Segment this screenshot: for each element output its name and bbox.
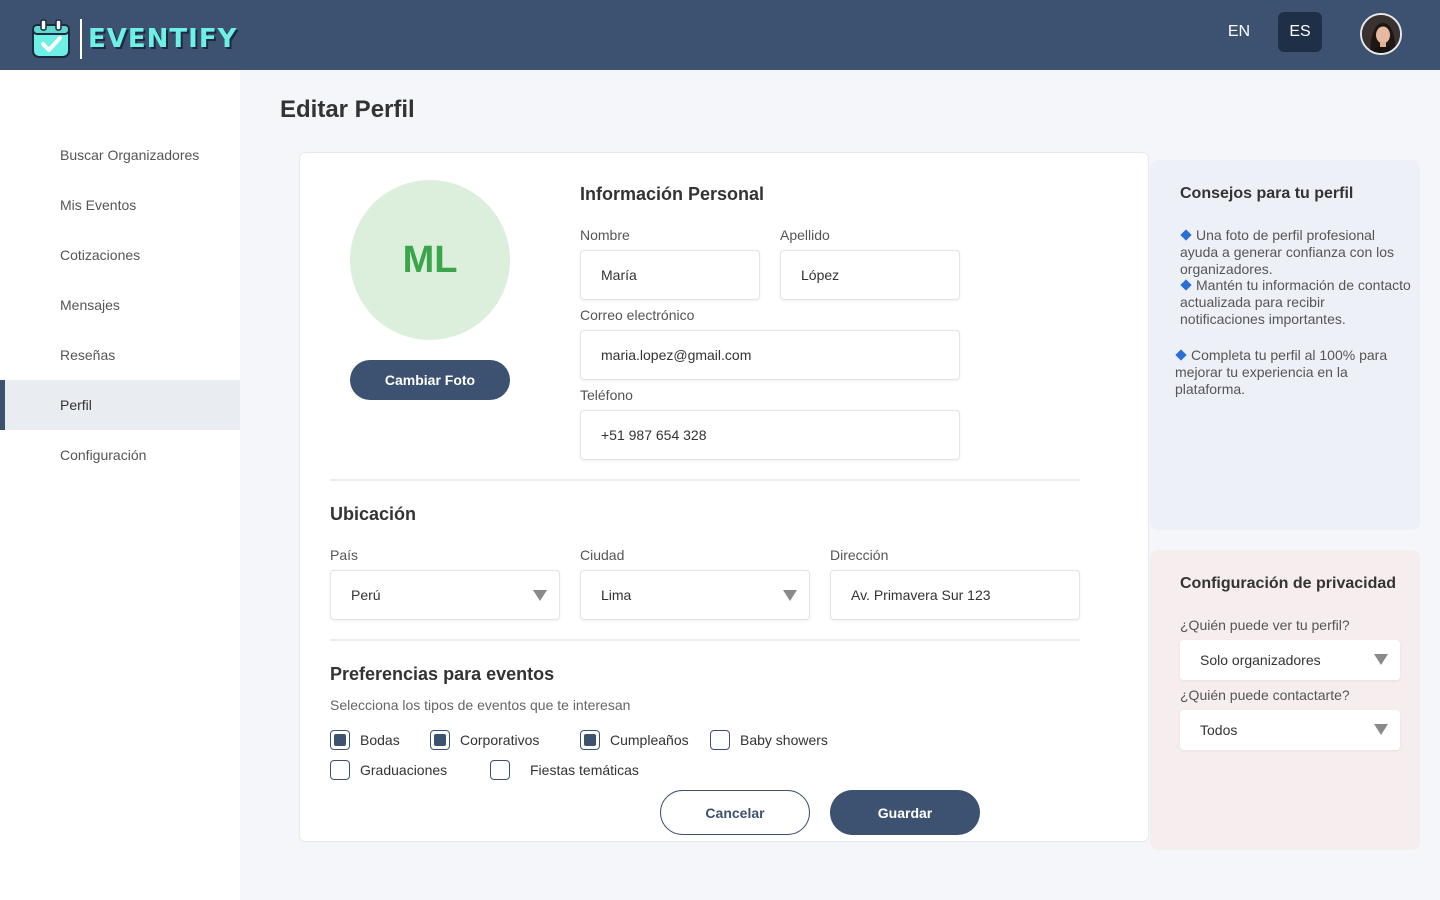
chevron-down-icon	[1374, 654, 1388, 665]
last-name-field[interactable]: López	[780, 250, 960, 300]
checkbox-box[interactable]	[430, 730, 450, 750]
checkbox-label: Cumpleaños	[610, 732, 689, 748]
checkbox-box[interactable]	[580, 730, 600, 750]
top-header: EVENTIFY EN ES	[0, 0, 1440, 70]
diamond-bullet-icon	[1175, 349, 1187, 361]
sidebar: Buscar Organizadores Mis Eventos Cotizac…	[0, 70, 240, 900]
checkbox-label: Fiestas temáticas	[530, 762, 639, 778]
checkbox-label: Bodas	[360, 732, 400, 748]
who-can-contact-label: ¿Quién puede contactarte?	[1180, 687, 1350, 703]
location-title: Ubicación	[330, 504, 417, 524]
tips-title: Consejos para tu perfil	[1180, 185, 1354, 202]
chevron-down-icon	[783, 590, 797, 601]
chevron-down-icon	[533, 590, 547, 601]
section-divider	[330, 479, 1080, 481]
checkbox-fiestas-tematicas[interactable]: Fiestas temáticas	[490, 760, 639, 780]
who-can-see-value: Solo organizadores	[1200, 652, 1321, 668]
checkbox-label: Baby showers	[740, 732, 828, 748]
personal-info-title: Información Personal	[580, 184, 765, 204]
checkbox-corporativos[interactable]: Corporativos	[430, 730, 539, 750]
profile-initials-avatar: ML	[350, 180, 510, 340]
page-title: Editar Perfil	[280, 96, 415, 123]
who-can-see-label: ¿Quién puede ver tu perfil?	[1180, 617, 1350, 633]
chevron-down-icon	[1374, 724, 1388, 735]
phone-field[interactable]: +51 987 654 328	[580, 410, 960, 460]
preferences-title: Preferencias para eventos	[330, 664, 555, 684]
logo-divider	[80, 19, 82, 59]
last-name-label: Apellido	[780, 227, 830, 243]
diamond-bullet-icon	[1180, 229, 1192, 241]
section-divider	[330, 639, 1080, 641]
tip-item: Completa tu perfil al 100% para mejorar …	[1175, 347, 1407, 398]
tip-item: Una foto de perfil profesional ayuda a g…	[1180, 227, 1412, 278]
sidebar-item-mensajes[interactable]: Mensajes	[0, 280, 240, 330]
user-photo-icon	[1362, 15, 1400, 53]
cancel-button[interactable]: Cancelar	[660, 790, 810, 835]
brand-name: EVENTIFY	[88, 24, 238, 54]
tip-text: Mantén tu información de contacto actual…	[1180, 277, 1411, 327]
country-value: Perú	[351, 587, 381, 603]
checkbox-baby-showers[interactable]: Baby showers	[710, 730, 828, 750]
first-name-label: Nombre	[580, 227, 630, 243]
checkbox-graduaciones[interactable]: Graduaciones	[330, 760, 447, 780]
checkbox-label: Corporativos	[460, 732, 540, 748]
language-es-button[interactable]: ES	[1278, 12, 1322, 52]
sidebar-item-configuracion[interactable]: Configuración	[0, 430, 240, 480]
sidebar-item-buscar-organizadores[interactable]: Buscar Organizadores	[0, 130, 240, 180]
checkbox-label: Graduaciones	[360, 762, 448, 778]
city-select[interactable]: Lima	[580, 570, 810, 620]
city-value: Lima	[601, 587, 632, 603]
sidebar-item-cotizaciones[interactable]: Cotizaciones	[0, 230, 240, 280]
who-can-contact-value: Todos	[1200, 722, 1238, 738]
checkbox-bodas[interactable]: Bodas	[330, 730, 400, 750]
tip-text: Una foto de perfil profesional ayuda a g…	[1180, 227, 1395, 277]
phone-label: Teléfono	[580, 387, 633, 403]
calendar-check-icon	[30, 18, 72, 60]
sidebar-item-resenas[interactable]: Reseñas	[0, 330, 240, 380]
checkbox-box[interactable]	[330, 730, 350, 750]
first-name-field[interactable]: María	[580, 250, 760, 300]
change-photo-button[interactable]: Cambiar Foto	[350, 360, 510, 400]
country-select[interactable]: Perú	[330, 570, 560, 620]
city-label: Ciudad	[580, 547, 625, 563]
tip-item: Mantén tu información de contacto actual…	[1180, 277, 1412, 328]
tip-text: Completa tu perfil al 100% para mejorar …	[1175, 347, 1388, 397]
save-button[interactable]: Guardar	[830, 790, 980, 835]
checkbox-cumpleanos[interactable]: Cumpleaños	[580, 730, 689, 750]
diamond-bullet-icon	[1180, 279, 1192, 291]
who-can-see-select[interactable]: Solo organizadores	[1180, 640, 1400, 680]
email-label: Correo electrónico	[580, 307, 695, 323]
checkbox-box[interactable]	[490, 760, 510, 780]
privacy-title: Configuración de privacidad	[1180, 575, 1397, 592]
email-field[interactable]: maria.lopez@gmail.com	[580, 330, 960, 380]
country-label: País	[330, 547, 359, 563]
sidebar-item-perfil[interactable]: Perfil	[0, 380, 240, 430]
checkbox-box[interactable]	[710, 730, 730, 750]
brand-logo[interactable]: EVENTIFY	[30, 18, 237, 60]
language-en-button[interactable]: EN	[1217, 12, 1261, 52]
sidebar-item-mis-eventos[interactable]: Mis Eventos	[0, 180, 240, 230]
address-field[interactable]: Av. Primavera Sur 123	[830, 570, 1080, 620]
checkbox-box[interactable]	[330, 760, 350, 780]
preferences-subtitle: Selecciona los tipos de eventos que te i…	[330, 697, 631, 713]
tips-card	[1150, 160, 1420, 530]
who-can-contact-select[interactable]: Todos	[1180, 710, 1400, 750]
address-label: Dirección	[830, 547, 889, 563]
user-avatar[interactable]	[1360, 13, 1402, 55]
